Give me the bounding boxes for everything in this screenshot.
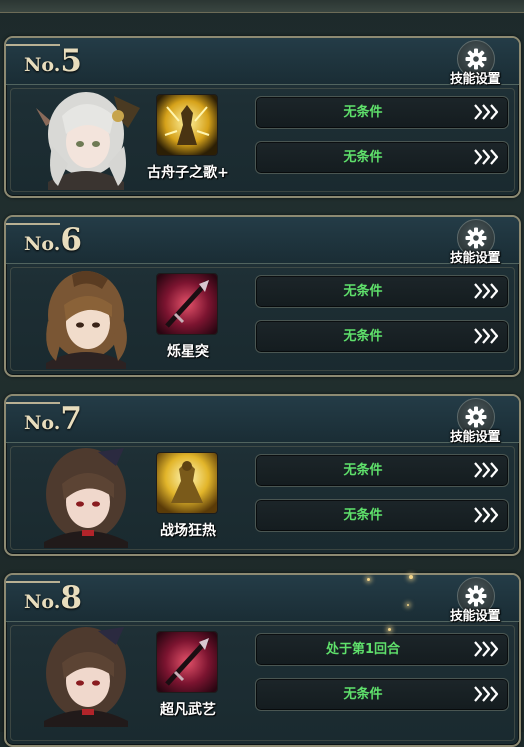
triple-chevron-right-icon: [474, 149, 499, 165]
skill-settings-button[interactable]: 技能设置: [443, 398, 507, 446]
top-frame-strip: [0, 0, 524, 13]
skill-name: 超凡武艺: [160, 702, 216, 718]
slot-number-prefix: No.: [24, 54, 61, 76]
skill-slot-card-5: No.5 技能设置 古舟子之歌+ 无条件 无条件: [4, 36, 521, 198]
triple-chevron-right-icon: [474, 507, 499, 523]
skill-condition-button[interactable]: 无条件: [255, 678, 509, 711]
skill-slot-card-8: No.8 技能设置 超凡武艺 处于第1回合 无条件: [4, 573, 521, 747]
skill-settings-button[interactable]: 技能设置: [443, 577, 507, 625]
slot-number-prefix: No.: [24, 591, 61, 613]
condition-text: 无条件: [343, 463, 383, 478]
sparkle-particle: [407, 604, 409, 606]
skill-name: 古舟子之歌+: [147, 165, 229, 181]
slot-number-value: 5: [60, 43, 82, 79]
skill-condition-button[interactable]: 无条件: [255, 320, 509, 353]
skill-condition-button[interactable]: 无条件: [255, 275, 509, 308]
slot-number: No.5: [24, 38, 82, 84]
triple-chevron-right-icon: [474, 686, 499, 702]
condition-text: 无条件: [343, 687, 383, 702]
skill-settings-label: 技能设置: [449, 430, 501, 445]
condition-text: 无条件: [343, 284, 383, 299]
skill-condition-button[interactable]: 无条件: [255, 499, 509, 532]
slot-number: No.7: [24, 396, 82, 442]
sparkle-particle: [367, 578, 370, 581]
skill-settings-label: 技能设置: [449, 609, 501, 624]
sparkle-particle: [409, 575, 413, 579]
triple-chevron-right-icon: [474, 462, 499, 478]
skill-name: 战场狂热: [160, 523, 216, 539]
slot-number-value: 8: [60, 580, 82, 616]
skill-settings-button[interactable]: 技能设置: [443, 219, 507, 267]
triple-chevron-right-icon: [474, 328, 499, 344]
slot-number-prefix: No.: [24, 412, 61, 434]
slot-number-prefix: No.: [24, 233, 61, 255]
skill-settings-button[interactable]: 技能设置: [443, 40, 507, 88]
slot-number: No.8: [24, 575, 82, 621]
skill-icon[interactable]: [156, 273, 218, 335]
skill-icon[interactable]: [156, 452, 218, 514]
skill-name: 烁星突: [167, 344, 209, 360]
skill-icon[interactable]: [156, 94, 218, 156]
condition-text: 无条件: [343, 150, 383, 165]
skill-settings-label: 技能设置: [449, 251, 501, 266]
sparkle-particle: [388, 628, 391, 631]
skill-icon[interactable]: [156, 631, 218, 693]
skill-slot-card-6: No.6 技能设置 烁星突 无条件 无条件: [4, 215, 521, 377]
triple-chevron-right-icon: [474, 104, 499, 120]
slot-number: No.6: [24, 217, 82, 263]
skill-condition-button[interactable]: 无条件: [255, 141, 509, 174]
condition-text: 无条件: [343, 329, 383, 344]
skill-condition-button[interactable]: 无条件: [255, 454, 509, 487]
skill-slot-card-7: No.7 技能设置 战场狂热 无条件 无条件: [4, 394, 521, 556]
condition-text: 处于第1回合: [325, 642, 401, 657]
triple-chevron-right-icon: [474, 283, 499, 299]
slot-number-value: 6: [60, 222, 82, 258]
condition-text: 无条件: [343, 508, 383, 523]
skill-condition-button[interactable]: 无条件: [255, 96, 509, 129]
skill-condition-button[interactable]: 处于第1回合: [255, 633, 509, 666]
skill-settings-label: 技能设置: [449, 72, 501, 87]
condition-text: 无条件: [343, 105, 383, 120]
slot-number-value: 7: [60, 401, 82, 437]
triple-chevron-right-icon: [474, 641, 499, 657]
